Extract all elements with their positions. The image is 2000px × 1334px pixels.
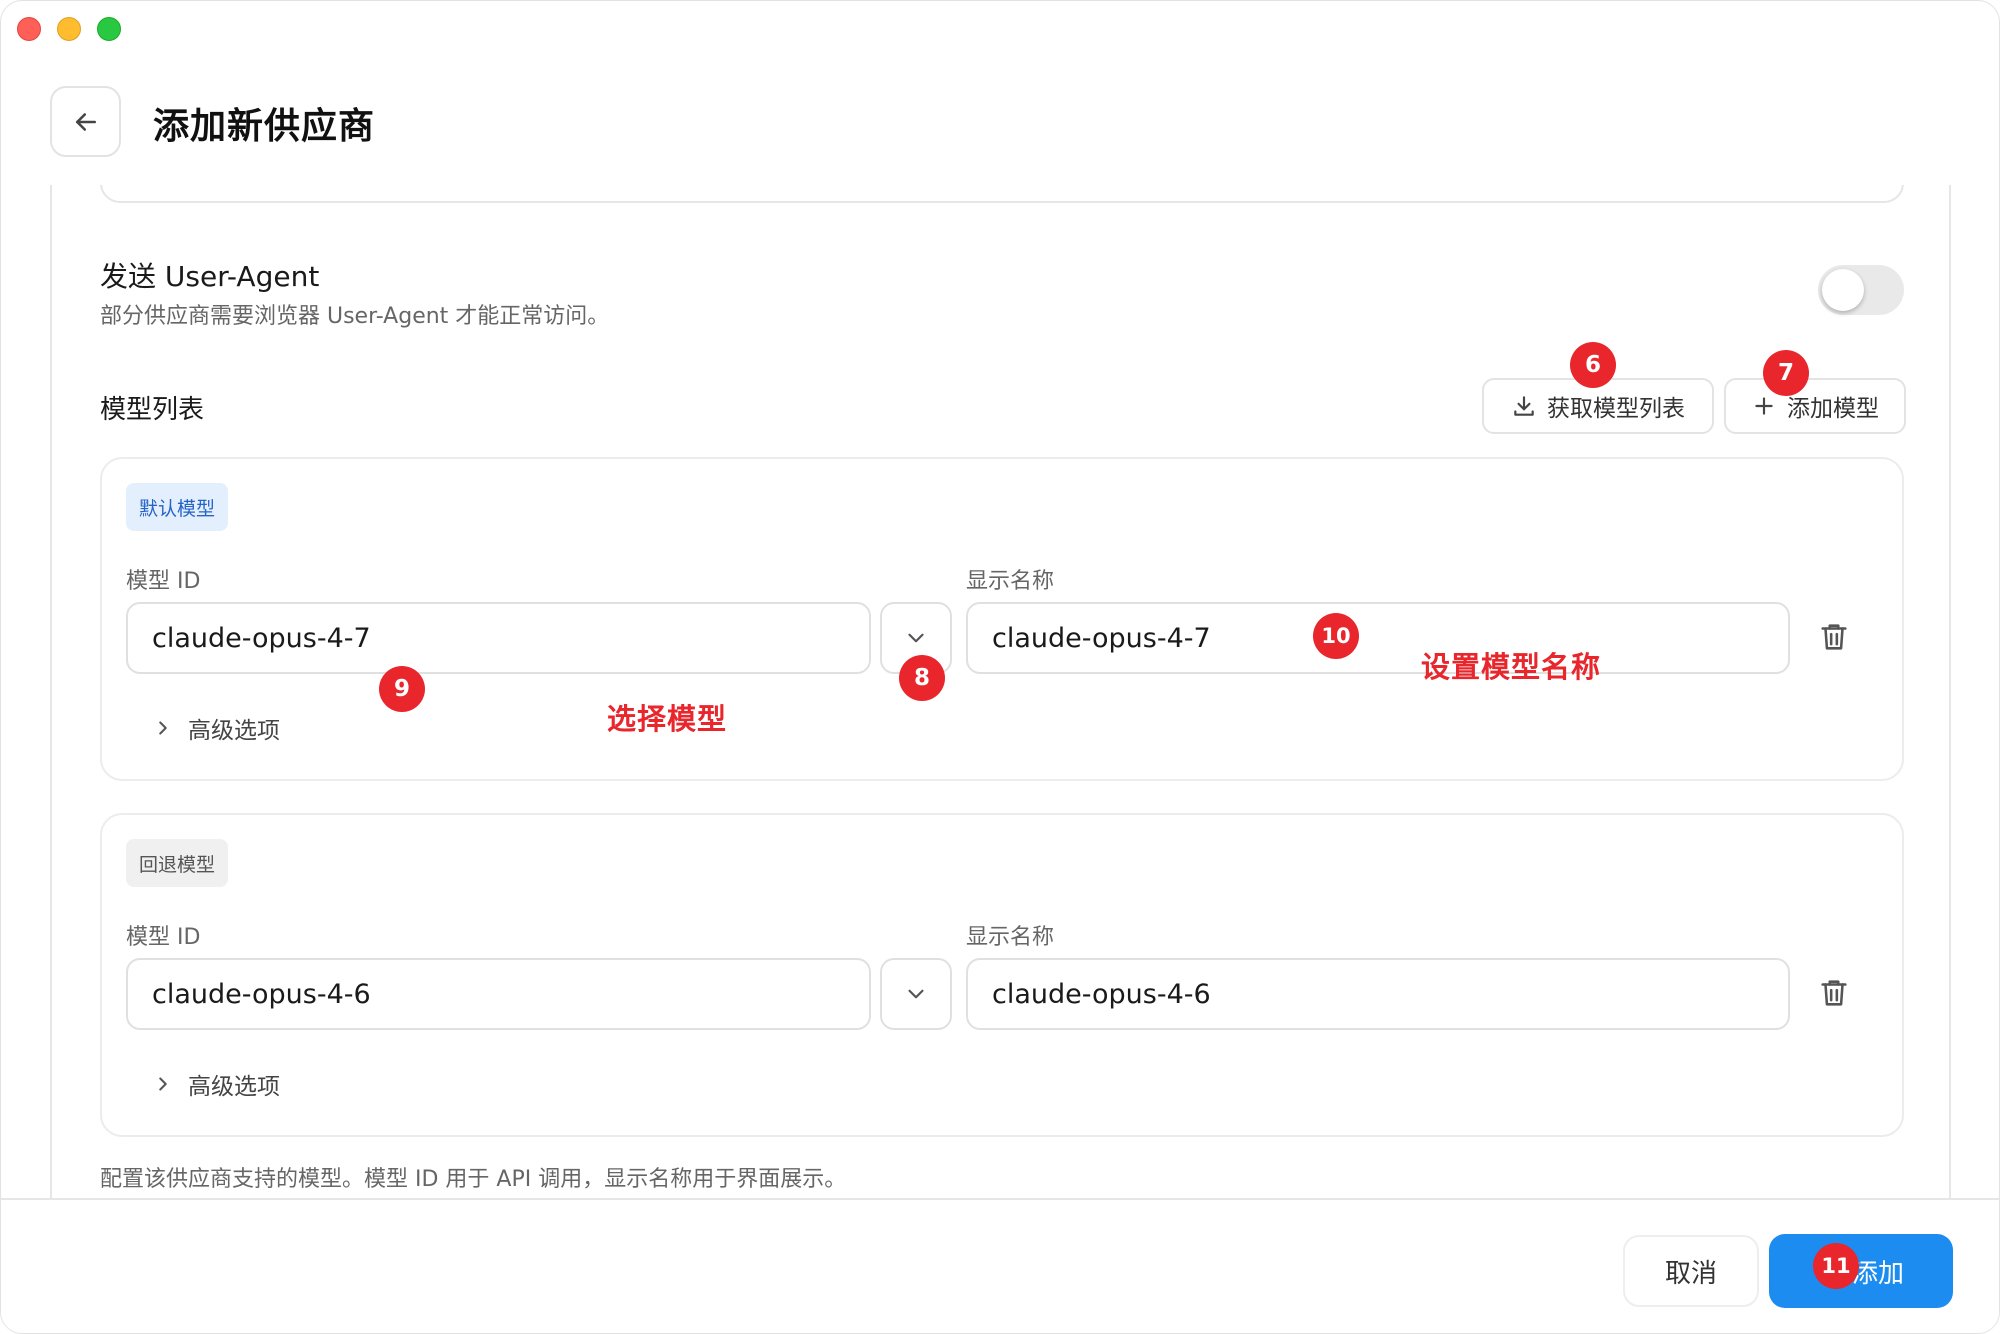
annotation-badge-10: 10 <box>1313 613 1359 659</box>
chevron-down-icon <box>908 633 924 643</box>
trash-icon <box>1821 624 1847 650</box>
model-card-fallback: 回退模型 模型 ID 显示名称 claude-opus-4-6 claude-o… <box>100 813 1904 1137</box>
model-list-footnote: 配置该供应商支持的模型。模型 ID 用于 API 调用，显示名称用于界面展示。 <box>100 1167 847 1192</box>
set-name-note: 设置模型名称 <box>1421 650 1602 684</box>
plus-icon <box>1755 397 1773 415</box>
model-id-input[interactable]: claude-opus-4-7 <box>126 602 871 674</box>
add-model-label: 添加模型 <box>1787 396 1879 422</box>
model-list-title: 模型列表 <box>100 395 205 425</box>
advanced-options-label: 高级选项 <box>188 1074 280 1100</box>
user-agent-toggle[interactable] <box>1818 265 1904 315</box>
arrow-left-icon <box>75 112 96 131</box>
model-id-label: 模型 ID <box>126 569 201 594</box>
user-agent-title: 发送 User-Agent <box>100 260 320 293</box>
cancel-button[interactable]: 取消 <box>1623 1235 1759 1307</box>
trash-icon <box>1821 980 1847 1006</box>
default-model-tag: 默认模型 <box>126 483 229 531</box>
advanced-options-toggle[interactable]: 高级选项 <box>152 711 280 745</box>
chevron-right-icon <box>159 721 167 735</box>
close-window-button[interactable] <box>17 17 41 41</box>
previous-field[interactable] <box>100 185 1904 203</box>
download-icon <box>1514 396 1534 416</box>
delete-model-button[interactable] <box>1814 973 1854 1013</box>
select-model-note: 选择模型 <box>607 702 728 736</box>
delete-model-button[interactable] <box>1814 617 1854 657</box>
display-name-label: 显示名称 <box>966 569 1055 594</box>
model-id-input[interactable]: claude-opus-4-6 <box>126 958 871 1030</box>
display-name-input[interactable]: claude-opus-4-6 <box>966 958 1790 1030</box>
form-scroll-panel[interactable]: 发送 User-Agent 部分供应商需要浏览器 User-Agent 才能正常… <box>50 185 1951 1199</box>
chevron-right-icon <box>159 1077 167 1091</box>
zoom-window-button[interactable] <box>97 17 121 41</box>
annotation-badge-11: 11 <box>1813 1243 1859 1289</box>
user-agent-description: 部分供应商需要浏览器 User-Agent 才能正常访问。 <box>100 304 610 329</box>
model-card-default: 默认模型 模型 ID 显示名称 claude-opus-4-7 claude-o… <box>100 457 1904 781</box>
chevron-down-icon <box>908 989 924 999</box>
model-select-dropdown-button[interactable] <box>880 958 952 1030</box>
model-id-label: 模型 ID <box>126 925 201 950</box>
advanced-options-label: 高级选项 <box>188 718 280 744</box>
toggle-knob <box>1822 269 1864 311</box>
minimize-window-button[interactable] <box>57 17 81 41</box>
display-name-label: 显示名称 <box>966 925 1055 950</box>
display-name-input[interactable]: claude-opus-4-7 <box>966 602 1790 674</box>
add-model-button[interactable]: 添加模型 <box>1724 378 1906 434</box>
add-provider-button[interactable]: 添加 <box>1769 1234 1953 1308</box>
app-window: 添加新供应商 发送 User-Agent 部分供应商需要浏览器 User-Age… <box>0 0 2000 1334</box>
annotation-badge-7: 7 <box>1763 350 1809 396</box>
fallback-model-tag: 回退模型 <box>126 839 229 887</box>
advanced-options-toggle[interactable]: 高级选项 <box>152 1067 280 1101</box>
add-provider-label: 添加 <box>1851 1258 1904 1289</box>
annotation-badge-9: 9 <box>379 666 425 712</box>
back-button[interactable] <box>50 86 121 157</box>
annotation-badge-6: 6 <box>1570 342 1616 388</box>
annotation-badge-8: 8 <box>899 655 945 701</box>
page-title: 添加新供应商 <box>153 106 376 147</box>
fetch-models-label: 获取模型列表 <box>1547 396 1685 422</box>
footer-bar: 取消 添加 <box>1 1198 1999 1333</box>
